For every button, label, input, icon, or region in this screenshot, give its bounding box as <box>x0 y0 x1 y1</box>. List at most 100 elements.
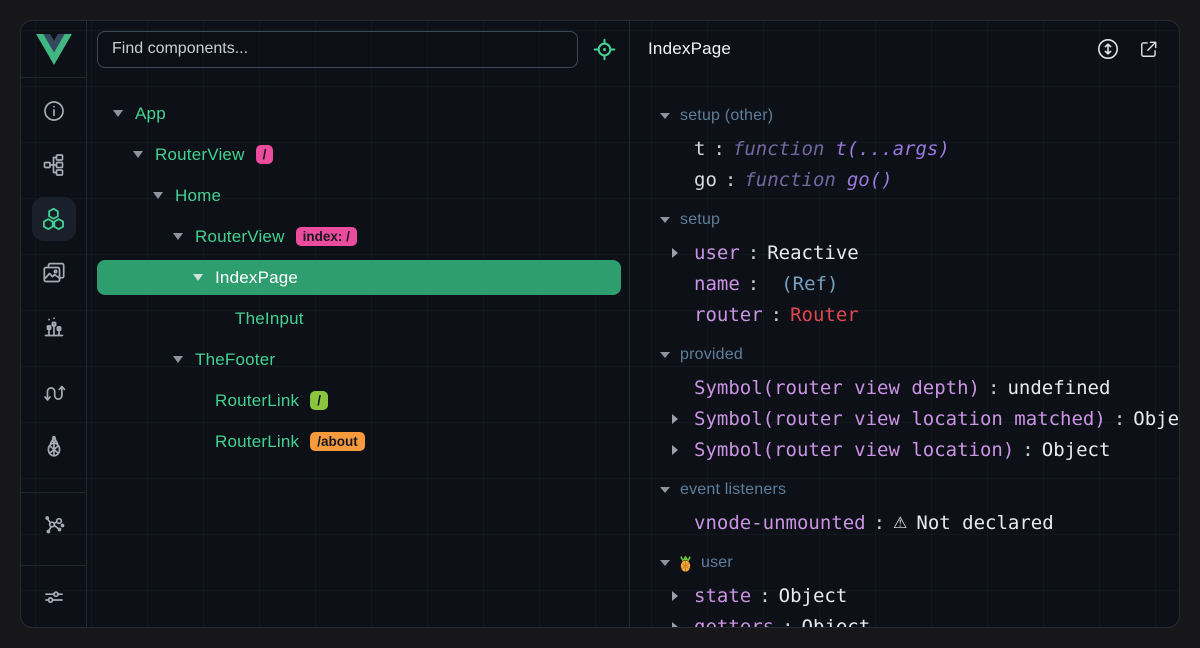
sidebar-divider <box>21 492 86 493</box>
component-name: RouterLink <box>215 432 299 452</box>
state-key: user <box>694 242 740 264</box>
expand-toggle[interactable] <box>173 233 195 240</box>
sidebar-item-components-tree[interactable] <box>27 138 81 192</box>
chevron-right-icon[interactable] <box>672 248 678 258</box>
state-item[interactable]: vnode-unmounted:⚠Not declared <box>630 507 1179 538</box>
function-signature: go() <box>847 169 893 191</box>
component-name: App <box>135 104 166 124</box>
state-key: vnode-unmounted <box>694 512 866 534</box>
state-item[interactable]: t:functiont(...args) <box>630 133 1179 164</box>
vue-logo[interactable] <box>21 21 86 78</box>
state-item[interactable]: user:Reactive <box>630 237 1179 268</box>
state-value: Reactive <box>767 242 859 264</box>
tree-row[interactable]: Home <box>97 175 621 216</box>
open-in-editor-icon[interactable] <box>1138 39 1159 60</box>
graph-icon <box>42 512 66 536</box>
sidebar-item-info[interactable] <box>27 84 81 138</box>
sidebar-item-timeline[interactable] <box>27 300 81 354</box>
route-badge: / <box>256 145 274 164</box>
pinia-icon <box>42 435 66 459</box>
chevron-down-icon <box>660 352 670 358</box>
route-badge: index: / <box>296 227 357 246</box>
inspector-header: IndexPage <box>630 21 1179 77</box>
state-item[interactable]: router:Router <box>630 299 1179 330</box>
sidebar-divider <box>21 565 86 566</box>
devtools-window: App RouterView / Home RouterView index: … <box>20 20 1180 628</box>
expand-toggle[interactable] <box>193 274 215 281</box>
section-header[interactable]: event listeners <box>630 473 1179 507</box>
inspector-content: setup (other) t:functiont(...args) go:fu… <box>630 77 1179 627</box>
scroll-to-component-icon[interactable] <box>1096 37 1120 61</box>
section-header[interactable]: user <box>630 546 1179 580</box>
state-value: Object <box>1133 408 1179 430</box>
state-section: event listeners vnode-unmounted:⚠Not dec… <box>630 473 1179 538</box>
tree-row[interactable]: TheInput <box>97 298 621 339</box>
tree-row[interactable]: RouterView / <box>97 134 621 175</box>
state-key: Symbol(router view location) <box>694 439 1014 461</box>
section-header[interactable]: provided <box>630 338 1179 372</box>
section-header[interactable]: setup (other) <box>630 99 1179 133</box>
chevron-down-icon <box>660 560 670 566</box>
expand-toggle[interactable] <box>133 151 155 158</box>
assets-icon <box>42 261 66 285</box>
sidebar-item-graph[interactable] <box>27 497 81 551</box>
chevron-down-icon <box>133 151 143 158</box>
state-key: Symbol(router view location matched) <box>694 408 1106 430</box>
chevron-down-icon <box>193 274 203 281</box>
function-keyword: function <box>733 138 825 160</box>
state-item[interactable]: Symbol(router view location):Object <box>630 434 1179 465</box>
expand-toggle[interactable] <box>173 356 195 363</box>
state-key: name <box>694 273 740 295</box>
state-value: Router <box>790 304 859 326</box>
search-input[interactable] <box>97 31 578 68</box>
expand-toggle[interactable] <box>113 110 135 117</box>
state-key: t <box>694 138 705 160</box>
state-item[interactable]: go:functiongo() <box>630 164 1179 195</box>
state-key: Symbol(router view depth) <box>694 377 980 399</box>
state-section: user state:Object getters:Object <box>630 546 1179 627</box>
sidebar-item-settings[interactable] <box>27 570 81 624</box>
state-item[interactable]: state:Object <box>630 580 1179 611</box>
state-value: Object <box>802 616 871 628</box>
state-item[interactable]: Symbol(router view location matched):Obj… <box>630 403 1179 434</box>
tree-row[interactable]: App <box>97 93 621 134</box>
state-section: provided Symbol(router view depth):undef… <box>630 338 1179 465</box>
state-item[interactable]: Symbol(router view depth):undefined <box>630 372 1179 403</box>
select-component-target-icon[interactable] <box>592 37 617 62</box>
ref-tag: (Ref) <box>781 273 838 295</box>
state-item[interactable]: name:(Ref) <box>630 268 1179 299</box>
sidebar-item-router[interactable] <box>27 366 81 420</box>
state-item[interactable]: getters:Object <box>630 611 1179 627</box>
chevron-down-icon <box>113 110 123 117</box>
state-section: setup user:Reactive name:(Ref) router:Ro… <box>630 203 1179 330</box>
sidebar-item-pinia[interactable] <box>27 420 81 474</box>
vue-logo-icon <box>36 34 72 65</box>
tree-row[interactable]: RouterLink /about <box>97 421 621 462</box>
component-tree: App RouterView / Home RouterView index: … <box>87 77 629 627</box>
tree-row[interactable]: RouterLink / <box>97 380 621 421</box>
tree-row-selected[interactable]: IndexPage <box>97 260 621 295</box>
chevron-down-icon <box>660 487 670 493</box>
component-name: TheFooter <box>195 350 275 370</box>
section-header[interactable]: setup <box>630 203 1179 237</box>
chevron-down-icon <box>173 356 183 363</box>
route-badge: /about <box>310 432 365 451</box>
chevron-right-icon[interactable] <box>672 414 678 424</box>
sidebar-item-components[interactable] <box>27 192 81 246</box>
chevron-right-icon[interactable] <box>672 445 678 455</box>
settings-sliders-icon <box>42 585 66 609</box>
chevron-right-icon[interactable] <box>672 591 678 601</box>
components-tree-icon <box>42 153 66 177</box>
chevron-right-icon[interactable] <box>672 622 678 628</box>
component-name: RouterView <box>195 227 285 247</box>
component-name: Home <box>175 186 221 206</box>
tree-row[interactable]: TheFooter <box>97 339 621 380</box>
sidebar-item-assets[interactable] <box>27 246 81 300</box>
state-key: go <box>694 169 717 191</box>
chevron-down-icon <box>660 217 670 223</box>
tree-row[interactable]: RouterView index: / <box>97 216 621 257</box>
sidebar <box>21 21 87 627</box>
component-name: TheInput <box>235 309 304 329</box>
function-keyword: function <box>744 169 836 191</box>
expand-toggle[interactable] <box>153 192 175 199</box>
